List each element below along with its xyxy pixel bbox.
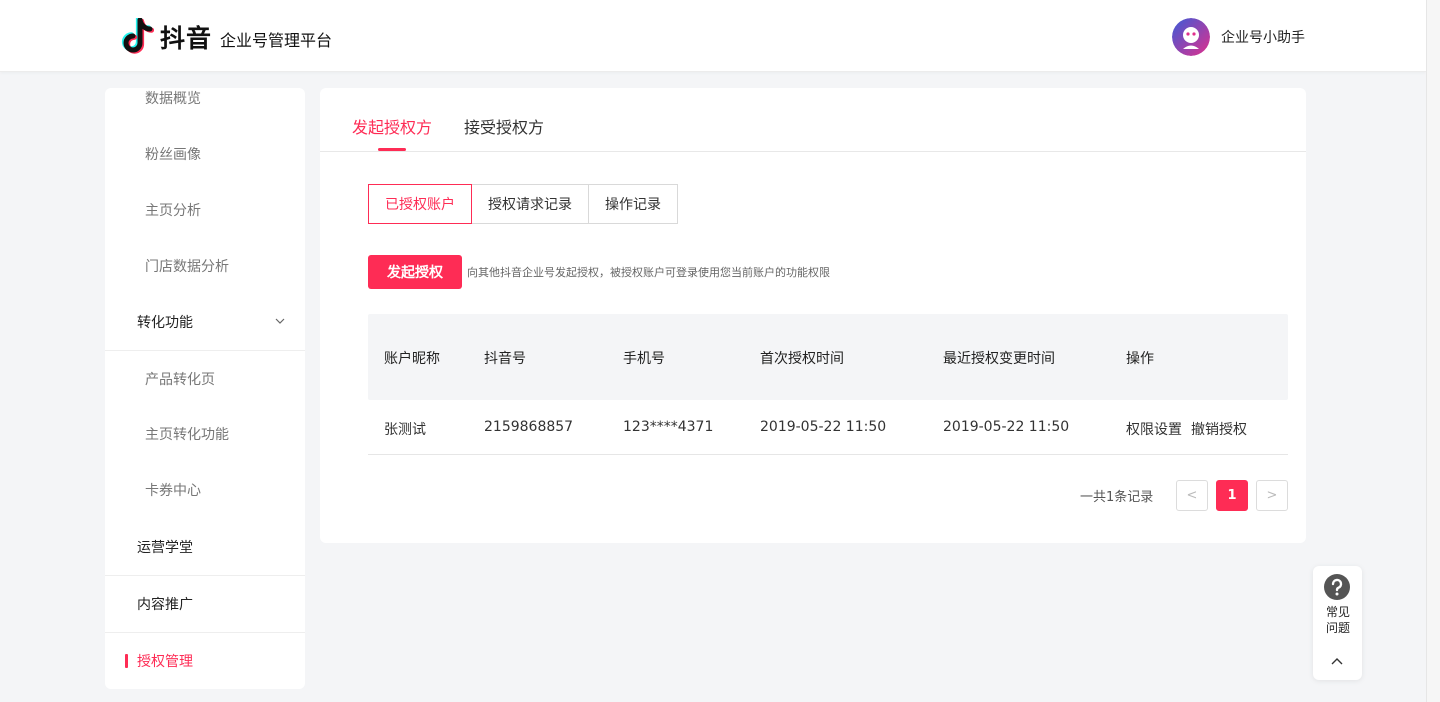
tab-initiator[interactable]: 发起授权方: [352, 114, 432, 138]
pagination-page-1[interactable]: 1: [1216, 480, 1248, 511]
sidebar-group-conversion[interactable]: 转化功能: [105, 294, 305, 350]
assistant-label: 企业号小助手: [1221, 30, 1305, 46]
cell-nickname: 张测试: [384, 422, 426, 438]
sidebar-item-label: 主页转化功能: [145, 427, 229, 443]
sidebar-item-label: 粉丝画像: [145, 147, 201, 163]
column-header-first-auth-time: 首次授权时间: [760, 351, 844, 367]
cell-first-auth-time: 2019-05-22 11:50: [760, 419, 887, 435]
platform-name: 企业号管理平台: [220, 31, 333, 50]
sidebar-item-content-promotion[interactable]: 内容推广: [105, 575, 305, 631]
sidebar-item-label: 主页分析: [145, 203, 201, 219]
table-row: 张测试 2159868857 123****4371 2019-05-22 11…: [368, 400, 1288, 455]
column-header-phone: 手机号: [623, 351, 665, 367]
permission-settings-link[interactable]: 权限设置: [1126, 419, 1182, 439]
authorization-hint: 向其他抖音企业号发起授权，被授权账户可登录使用您当前账户的功能权限: [467, 266, 830, 279]
sidebar-item-coupon-center[interactable]: 卡券中心: [105, 462, 305, 518]
sidebar-item-authorization[interactable]: 授权管理: [105, 632, 305, 688]
column-header-douyin-id: 抖音号: [484, 351, 526, 367]
douyin-logo-icon: [121, 18, 154, 54]
main-panel: 发起授权方 接受授权方 已授权账户 授权请求记录 操作记录 发起授权 向其他抖音…: [320, 88, 1306, 543]
cell-douyin-id: 2159868857: [484, 419, 574, 435]
initiate-authorization-button[interactable]: 发起授权: [368, 255, 462, 289]
pagination-prev-button[interactable]: <: [1176, 480, 1208, 511]
tab-bar: 发起授权方 接受授权方: [320, 88, 1306, 152]
sidebar-item-operations-academy[interactable]: 运营学堂: [105, 519, 305, 575]
back-to-top-icon[interactable]: [1330, 654, 1344, 668]
assistant-avatar-icon: [1172, 18, 1210, 56]
tab-receiver[interactable]: 接受授权方: [464, 114, 544, 138]
active-indicator: [125, 654, 128, 668]
sidebar-item-label: 门店数据分析: [145, 259, 229, 275]
chevron-down-icon: [275, 318, 285, 324]
segment-request-records[interactable]: 授权请求记录: [472, 184, 589, 224]
tab-underline: [378, 148, 406, 151]
faq-label: 常见问题: [1325, 605, 1350, 635]
sidebar-item-store-analysis[interactable]: 门店数据分析: [105, 238, 305, 294]
column-header-actions: 操作: [1126, 351, 1154, 367]
brand-logo[interactable]: 抖音 企业号管理平台: [120, 18, 332, 56]
sidebar-item-label: 产品转化页: [145, 371, 215, 388]
revoke-authorization-link[interactable]: 撤销授权: [1191, 419, 1247, 439]
sidebar-item-data-overview[interactable]: 数据概览: [105, 88, 305, 126]
assistant-menu[interactable]: 企业号小助手: [1172, 18, 1305, 56]
segment-authorized-accounts[interactable]: 已授权账户: [368, 184, 472, 224]
brand-name: 抖音: [160, 24, 213, 53]
sidebar-item-homepage-conversion[interactable]: 主页转化功能: [105, 406, 305, 462]
authorized-accounts-table: 账户昵称 抖音号 手机号 首次授权时间 最近授权变更时间 操作 张测试 2159…: [368, 314, 1288, 455]
sidebar-item-homepage-analysis[interactable]: 主页分析: [105, 182, 305, 238]
sidebar-item-label: 卡券中心: [145, 483, 201, 499]
segment-operation-records[interactable]: 操作记录: [589, 184, 678, 224]
sidebar-item-fan-profile[interactable]: 粉丝画像: [105, 126, 305, 182]
table-header: 账户昵称 抖音号 手机号 首次授权时间 最近授权变更时间 操作: [368, 314, 1288, 400]
column-header-nickname: 账户昵称: [384, 351, 440, 367]
cell-last-change-time: 2019-05-22 11:50: [943, 419, 1070, 435]
sidebar: 数据概览 粉丝画像 主页分析 门店数据分析 转化功能 产品转化页 主页转化功能 …: [105, 88, 305, 689]
sidebar-item-label: 运营学堂: [137, 540, 193, 556]
help-icon: [1324, 574, 1350, 600]
top-bar: 抖音 企业号管理平台 企业号小助手: [0, 0, 1426, 72]
sidebar-item-product-page[interactable]: 产品转化页: [105, 350, 305, 406]
page-scrollbar[interactable]: [1426, 0, 1440, 702]
cell-phone: 123****4371: [623, 419, 714, 435]
pagination-next-button[interactable]: >: [1256, 480, 1288, 511]
faq-widget[interactable]: 常见问题: [1313, 566, 1362, 680]
sidebar-item-label: 授权管理: [137, 653, 193, 670]
sidebar-item-label: 转化功能: [137, 315, 193, 331]
sidebar-item-label: 内容推广: [137, 596, 193, 613]
sidebar-item-label: 数据概览: [145, 91, 201, 107]
segment-control: 已授权账户 授权请求记录 操作记录: [368, 184, 678, 224]
column-header-last-change-time: 最近授权变更时间: [943, 351, 1055, 367]
pagination-total: 一共1条记录: [1080, 490, 1154, 505]
